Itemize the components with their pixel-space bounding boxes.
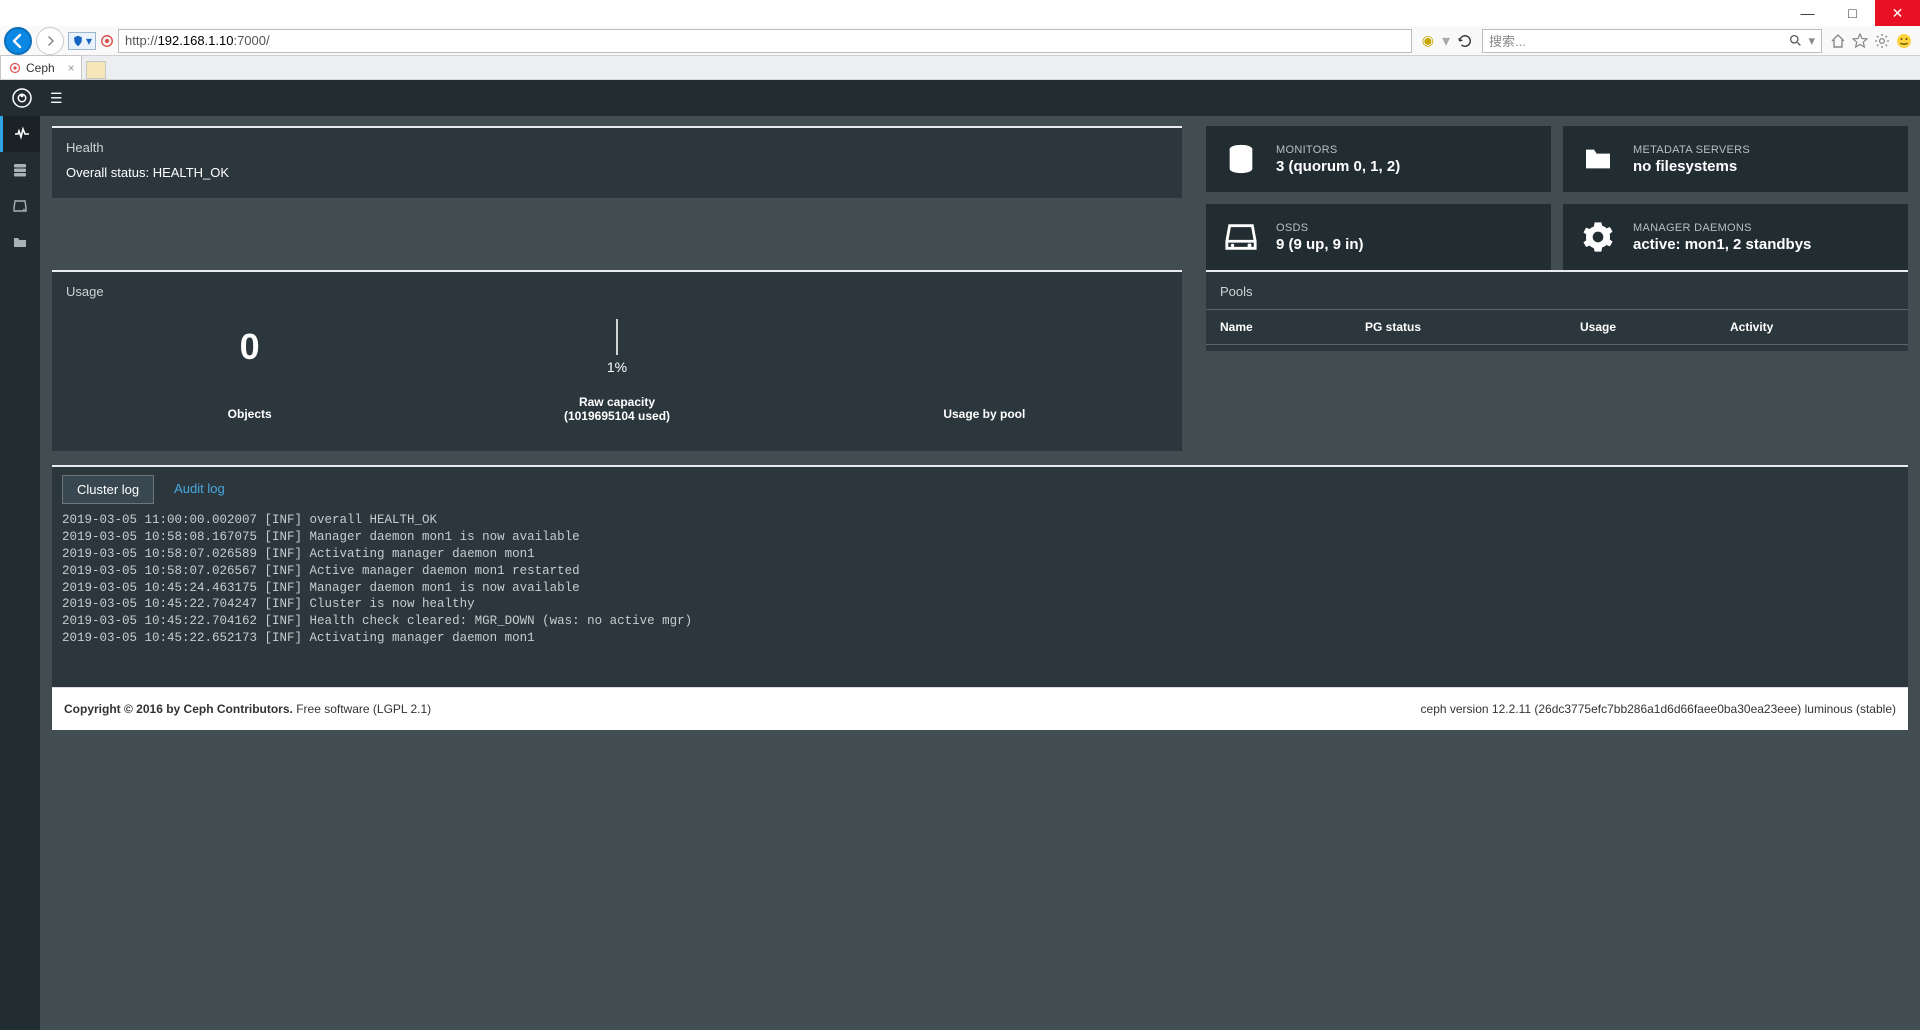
browser-toolbar: ▾ http://192.168.1.10:7000/ ◉ ▾ 搜索... ▾ (0, 26, 1920, 56)
usage-bypool-label: Usage by pool (801, 407, 1168, 421)
health-title: Health (52, 128, 1182, 165)
usage-raw-label: Raw capacity (433, 395, 800, 409)
hdd-icon (12, 198, 28, 214)
stat-label: METADATA SERVERS (1633, 144, 1750, 156)
url-host: 192.168.1.10 (158, 33, 234, 48)
log-line: 2019-03-05 10:58:07.026567 [INF] Active … (62, 563, 1898, 580)
usage-raw-sub: (1019695104 used) (433, 409, 800, 423)
database-icon (1224, 142, 1258, 176)
stat-metadata[interactable]: METADATA SERVERS no filesystems (1563, 126, 1908, 192)
stat-value: active: mon1, 2 standbys (1633, 236, 1811, 253)
log-line: 2019-03-05 10:45:22.704247 [INF] Cluster… (62, 596, 1898, 613)
site-radar-icon (100, 34, 114, 48)
footer: Copyright © 2016 by Ceph Contributors. F… (52, 687, 1908, 730)
search-box[interactable]: 搜索... ▾ (1482, 29, 1822, 53)
stat-label: MANAGER DAEMONS (1633, 222, 1811, 234)
health-status: Overall status: HEALTH_OK (52, 165, 1182, 198)
stat-value: no filesystems (1633, 158, 1750, 175)
log-line: 2019-03-05 10:45:22.704162 [INF] Health … (62, 613, 1898, 630)
ceph-header: ☰ (0, 80, 1920, 116)
sidebar-item-health[interactable] (0, 116, 40, 152)
log-output: 2019-03-05 11:00:00.002007 [INF] overall… (52, 504, 1908, 687)
refresh-button[interactable] (1458, 34, 1472, 48)
gear-icon (1582, 221, 1614, 253)
ceph-app: ☰ Health Overall status: HEALTH_OK (0, 80, 1920, 1030)
search-icon (1789, 34, 1802, 47)
usage-title: Usage (52, 272, 1182, 309)
stat-managers[interactable]: MANAGER DAEMONS active: mon1, 2 standbys (1563, 204, 1908, 270)
os-titlebar: — □ ✕ (0, 0, 1920, 26)
pools-panel: Pools Name PG status Usage Activity (1206, 270, 1908, 351)
log-line: 2019-03-05 10:58:08.167075 [INF] Manager… (62, 529, 1898, 546)
close-button[interactable]: ✕ (1875, 0, 1920, 26)
security-badge[interactable]: ▾ (68, 32, 96, 50)
heartbeat-icon (14, 126, 30, 142)
smiley-icon[interactable] (1896, 33, 1912, 49)
shield-icon (72, 35, 84, 47)
home-icon[interactable] (1830, 33, 1846, 49)
stat-label: MONITORS (1276, 144, 1400, 156)
pools-header-name: Name (1220, 320, 1365, 334)
ceph-favicon-icon (9, 62, 21, 74)
log-line: 2019-03-05 10:45:24.463175 [INF] Manager… (62, 580, 1898, 597)
folder-icon (1582, 143, 1614, 175)
address-bar[interactable]: http://192.168.1.10:7000/ (118, 29, 1412, 53)
usage-raw-bar (616, 319, 618, 355)
stat-value: 3 (quorum 0, 1, 2) (1276, 158, 1400, 175)
pools-header-activity: Activity (1730, 320, 1773, 334)
stat-label: OSDS (1276, 222, 1364, 234)
sidebar-item-osds[interactable] (0, 188, 40, 224)
sidebar-item-servers[interactable] (0, 152, 40, 188)
back-button[interactable] (4, 27, 32, 55)
arrow-left-icon (10, 33, 26, 49)
stat-grid: MONITORS 3 (quorum 0, 1, 2) METADATA SER… (1206, 126, 1908, 270)
pools-header-usage: Usage (1580, 320, 1730, 334)
log-line: 2019-03-05 10:58:07.026589 [INF] Activat… (62, 546, 1898, 563)
log-line: 2019-03-05 10:45:22.652173 [INF] Activat… (62, 630, 1898, 647)
hamburger-button[interactable]: ☰ (50, 90, 63, 107)
log-line: 2019-03-05 11:00:00.002007 [INF] overall… (62, 512, 1898, 529)
stat-value: 9 (9 up, 9 in) (1276, 236, 1364, 253)
favorites-icon[interactable] (1852, 33, 1868, 49)
main-content: Health Overall status: HEALTH_OK MONITOR… (40, 116, 1920, 1030)
ceph-logo-icon (10, 86, 34, 110)
minimize-button[interactable]: — (1785, 0, 1830, 26)
tab-close-icon[interactable]: × (68, 61, 75, 75)
url-scheme: http:// (125, 33, 158, 48)
stat-monitors[interactable]: MONITORS 3 (quorum 0, 1, 2) (1206, 126, 1551, 192)
health-panel: Health Overall status: HEALTH_OK (52, 126, 1182, 198)
new-tab-button[interactable] (86, 61, 106, 79)
pools-header-pg: PG status (1365, 320, 1580, 334)
sidebar-item-filesystems[interactable] (0, 224, 40, 260)
arrow-right-icon (44, 35, 56, 47)
usage-raw-pct: 1% (433, 359, 800, 375)
maximize-button[interactable]: □ (1830, 0, 1875, 26)
pools-header-row: Name PG status Usage Activity (1206, 309, 1908, 345)
usage-objects-label: Objects (66, 407, 433, 421)
footer-left: Copyright © 2016 by Ceph Contributors. F… (64, 702, 431, 716)
settings-icon[interactable] (1874, 33, 1890, 49)
tab-ceph[interactable]: Ceph × (0, 55, 82, 79)
tab-strip: Ceph × (0, 56, 1920, 80)
servers-icon (12, 162, 28, 178)
footer-right: ceph version 12.2.11 (26dc3775efc7bb286a… (1421, 702, 1896, 716)
folder-icon (12, 234, 28, 250)
search-placeholder: 搜索... (1489, 31, 1526, 50)
sidebar (0, 116, 40, 1030)
url-port: :7000/ (233, 33, 269, 48)
compat-icon[interactable]: ◉ (1422, 32, 1434, 49)
usage-panel: Usage 0 1% (52, 270, 1182, 451)
log-panel: Cluster log Audit log 2019-03-05 11:00:0… (52, 465, 1908, 687)
forward-button[interactable] (36, 27, 64, 55)
refresh-icon (1458, 34, 1472, 48)
pools-title: Pools (1206, 272, 1908, 309)
tab-audit-log[interactable]: Audit log (160, 475, 239, 504)
usage-objects-value: 0 (66, 326, 433, 368)
hdd-icon (1224, 220, 1258, 254)
stat-osds[interactable]: OSDS 9 (9 up, 9 in) (1206, 204, 1551, 270)
tab-cluster-log[interactable]: Cluster log (62, 475, 154, 504)
tab-title: Ceph (26, 61, 55, 75)
